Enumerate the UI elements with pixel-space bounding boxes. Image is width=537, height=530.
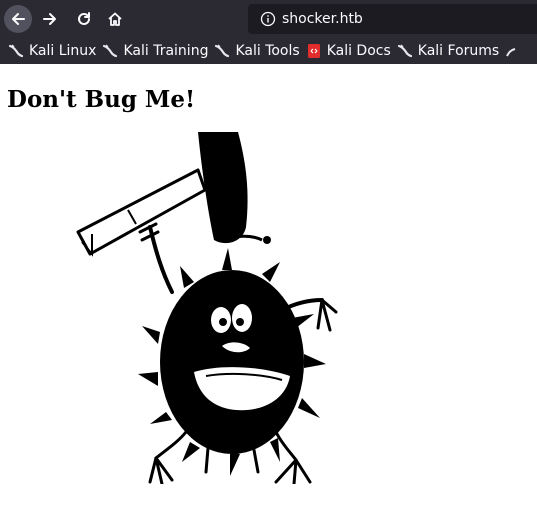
kali-dragon-icon: [102, 43, 118, 59]
bookmark-label: Kali Linux: [29, 43, 97, 59]
kali-dragon-icon: [397, 43, 413, 59]
reload-icon: [78, 12, 90, 25]
url-text[interactable]: shocker.htb: [282, 11, 363, 27]
home-button[interactable]: [101, 5, 129, 33]
reload-button[interactable]: [70, 5, 98, 33]
bookmarks-bar: Kali Linux Kali Training Kali Tools Kali…: [0, 38, 537, 64]
arrow-left-icon: [12, 13, 25, 25]
forward-button[interactable]: [36, 5, 64, 33]
kali-dragon-icon: [505, 43, 521, 59]
bookmark-kali-forums[interactable]: Kali Forums: [397, 40, 499, 62]
page-heading: Don't Bug Me!: [7, 86, 196, 113]
kali-dragon-icon: [214, 43, 230, 59]
bookmark-kali-training[interactable]: Kali Training: [102, 40, 208, 62]
arrow-right-icon: [43, 13, 56, 25]
bookmark-label: Kali Tools: [235, 43, 300, 59]
kali-docs-icon: [306, 43, 322, 59]
back-button[interactable]: [4, 5, 32, 33]
bookmark-kali-tools[interactable]: Kali Tools: [214, 40, 300, 62]
bookmark-kali-docs[interactable]: Kali Docs: [306, 40, 391, 62]
bookmark-label: Kali Training: [123, 43, 209, 59]
bookmark-label: Kali Forums: [417, 43, 500, 59]
cartoon-bug-hammer-image: [76, 132, 338, 484]
info-icon[interactable]: [258, 11, 278, 27]
bookmark-overflow[interactable]: [505, 40, 526, 62]
home-icon: [108, 12, 122, 26]
browser-toolbar: shocker.htb: [0, 0, 537, 38]
url-bar[interactable]: shocker.htb: [248, 4, 537, 34]
kali-dragon-icon: [8, 43, 24, 59]
bookmark-label: Kali Docs: [326, 43, 391, 59]
bookmark-kali-linux[interactable]: Kali Linux: [8, 40, 96, 62]
